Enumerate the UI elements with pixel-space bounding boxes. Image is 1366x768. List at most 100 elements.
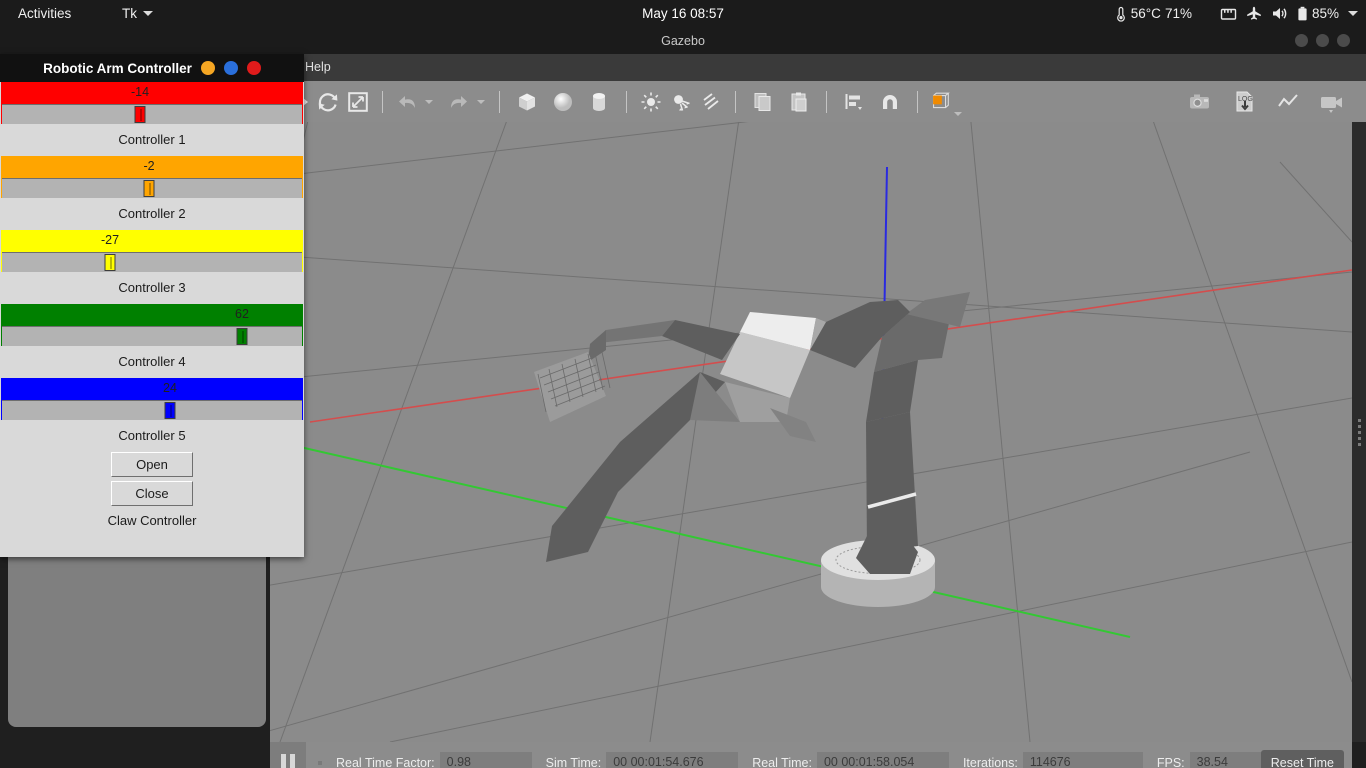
toolbar-separator bbox=[826, 90, 827, 113]
controller-slider-4[interactable]: 62 bbox=[1, 304, 303, 346]
real-time-value: 00 00:01:58.054 bbox=[816, 752, 949, 768]
tk-window-body: -14 Controller 1 -2 Controller 2 -27 Controll… bbox=[0, 82, 304, 557]
tk-titlebar[interactable]: Robotic Arm Controller bbox=[0, 54, 304, 82]
record-video-icon[interactable] bbox=[1316, 88, 1350, 116]
controller-slider-thumb-4[interactable] bbox=[236, 328, 248, 345]
log-icon[interactable]: LOG bbox=[1228, 88, 1262, 116]
controller-slider-block-4: 62 Controller 4 bbox=[0, 304, 304, 378]
iterations-label: Iterations: bbox=[962, 755, 1018, 768]
controller-slider-2[interactable]: -2 bbox=[1, 156, 303, 198]
gazebo-toolbar-left-group bbox=[270, 88, 962, 116]
tk-maximize-button[interactable] bbox=[223, 61, 238, 75]
sim-time-label: Sim Time: bbox=[545, 755, 602, 768]
controller-label-1: Controller 1 bbox=[118, 132, 186, 147]
controller-slider-3[interactable]: -27 bbox=[1, 230, 303, 272]
cylinder-icon[interactable] bbox=[582, 88, 616, 116]
airplane-icon bbox=[1247, 6, 1261, 20]
gazebo-toolbar: LOG bbox=[270, 81, 1366, 123]
controller-slider-thumb-3[interactable] bbox=[104, 254, 116, 271]
redo-icon[interactable] bbox=[445, 88, 473, 116]
scene-render bbox=[270, 122, 1352, 742]
gazebo-toolbar-right-group: LOG bbox=[1184, 88, 1350, 116]
system-tray[interactable]: 56°C 71% 85% bbox=[1115, 0, 1358, 27]
chevron-down-icon bbox=[143, 11, 153, 16]
controller-slider-trough-4[interactable] bbox=[2, 326, 302, 346]
controller-slider-value-strip-4: 62 bbox=[2, 305, 302, 326]
copy-icon[interactable] bbox=[746, 88, 780, 116]
battery-icon bbox=[1298, 6, 1307, 20]
temperature-value: 56°C bbox=[1130, 6, 1161, 21]
screenshot-icon[interactable] bbox=[1184, 88, 1218, 116]
controller-slider-value-strip-1: -14 bbox=[2, 83, 302, 104]
controller-slider-5[interactable]: 24 bbox=[1, 378, 303, 420]
claw-open-button[interactable]: Open bbox=[111, 452, 193, 477]
gnome-top-bar: Activities Tk May 16 08:57 56°C 71% 85% bbox=[0, 0, 1366, 27]
robotic-arm-controller-window: Robotic Arm Controller -14 Controller 1 -2… bbox=[0, 54, 304, 557]
humidity-value: 71% bbox=[1164, 6, 1192, 21]
battery-percentage: 85% bbox=[1311, 6, 1339, 21]
gazebo-bottom-left-filler bbox=[0, 742, 270, 768]
rotate-icon[interactable] bbox=[314, 88, 342, 116]
redo-dropdown-caret[interactable] bbox=[477, 99, 485, 104]
controller-slider-trough-1[interactable] bbox=[2, 104, 302, 124]
claw-controller-label: Claw Controller bbox=[107, 513, 197, 528]
activities-button[interactable]: Activities bbox=[12, 0, 77, 27]
controller-slider-value-5: 24 bbox=[163, 381, 177, 395]
gazebo-close-button[interactable] bbox=[1337, 34, 1350, 47]
gazebo-3d-viewport[interactable] bbox=[270, 122, 1352, 742]
controller-label-5: Controller 5 bbox=[118, 428, 186, 443]
controller-slider-value-3: -27 bbox=[100, 233, 120, 247]
controller-slider-block-5: 24 Controller 5 bbox=[0, 378, 304, 452]
point-light-icon[interactable] bbox=[637, 88, 665, 116]
controller-slider-trough-5[interactable] bbox=[2, 400, 302, 420]
status-step-dot-icon bbox=[318, 760, 322, 765]
align-icon[interactable] bbox=[837, 88, 871, 116]
claw-close-button[interactable]: Close bbox=[111, 481, 193, 506]
controller-label-3: Controller 3 bbox=[118, 280, 186, 295]
pause-button[interactable] bbox=[270, 742, 306, 768]
paste-icon[interactable] bbox=[782, 88, 816, 116]
controller-label-4: Controller 4 bbox=[118, 354, 186, 369]
plot-icon[interactable] bbox=[1272, 88, 1306, 116]
volume-icon bbox=[1272, 8, 1287, 19]
toolbar-separator bbox=[735, 90, 736, 113]
view-mode-dropdown-caret[interactable] bbox=[954, 111, 962, 116]
tk-close-button[interactable] bbox=[246, 61, 261, 75]
temperature-indicator: 56°C 71% bbox=[1115, 6, 1192, 22]
controller-slider-thumb-5[interactable] bbox=[164, 402, 176, 419]
controller-slider-trough-3[interactable] bbox=[2, 252, 302, 272]
controller-slider-value-strip-5: 24 bbox=[2, 379, 302, 400]
gazebo-window-title: Gazebo bbox=[661, 33, 705, 48]
scale-icon[interactable] bbox=[344, 88, 372, 116]
toolbar-separator bbox=[499, 90, 500, 113]
controller-slider-thumb-2[interactable] bbox=[143, 180, 155, 197]
view-mode-icon[interactable] bbox=[928, 88, 962, 116]
battery-indicator: 85% bbox=[1297, 6, 1339, 22]
gazebo-minimize-button[interactable] bbox=[1295, 34, 1308, 47]
gazebo-status-bar: Real Time Factor: 0.98 Sim Time: 00 00:0… bbox=[270, 742, 1352, 768]
controller-slider-value-4: 62 bbox=[235, 307, 249, 321]
controller-slider-value-2: -2 bbox=[143, 159, 155, 173]
right-panel-handle[interactable] bbox=[1352, 122, 1366, 742]
directional-light-icon[interactable] bbox=[697, 88, 725, 116]
snap-icon[interactable] bbox=[873, 88, 907, 116]
controller-slider-block-1: -14 Controller 1 bbox=[0, 82, 304, 156]
spot-light-icon[interactable] bbox=[667, 88, 695, 116]
undo-dropdown-caret[interactable] bbox=[425, 99, 433, 104]
undo-icon[interactable] bbox=[393, 88, 421, 116]
controller-slider-trough-2[interactable] bbox=[2, 178, 302, 198]
controller-slider-thumb-1[interactable] bbox=[134, 106, 146, 123]
chevron-down-icon[interactable] bbox=[1348, 11, 1358, 16]
reset-time-button[interactable]: Reset Time bbox=[1260, 749, 1344, 768]
tk-minimize-button[interactable] bbox=[200, 61, 215, 75]
controller-slider-1[interactable]: -14 bbox=[1, 82, 303, 124]
box-icon[interactable] bbox=[510, 88, 544, 116]
sphere-icon[interactable] bbox=[546, 88, 580, 116]
controller-slider-list: -14 Controller 1 -2 Controller 2 -27 Controll… bbox=[0, 82, 304, 452]
gazebo-titlebar[interactable]: Gazebo bbox=[0, 27, 1366, 54]
app-menu-button[interactable]: Tk bbox=[122, 0, 153, 27]
grip-dots-icon bbox=[1357, 418, 1361, 446]
toolbar-separator bbox=[917, 90, 918, 113]
gazebo-maximize-button[interactable] bbox=[1316, 34, 1329, 47]
screen: Gazebo Help LOG Real Time Factor: 0.98 S… bbox=[0, 0, 1366, 768]
